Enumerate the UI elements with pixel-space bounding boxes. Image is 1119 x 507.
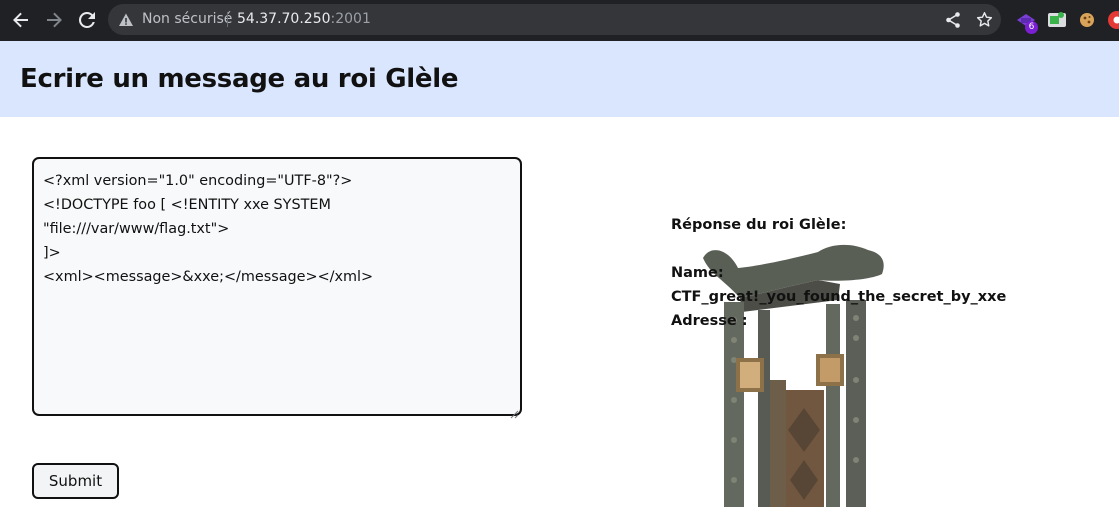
extension-badge: 6 bbox=[1025, 21, 1038, 34]
submit-button[interactable]: Submit bbox=[32, 463, 119, 499]
resize-grip-icon[interactable] bbox=[510, 404, 519, 419]
page-header: Ecrire un message au roi Glèle bbox=[0, 41, 1119, 117]
page-title: Ecrire un message au roi Glèle bbox=[20, 64, 459, 94]
forward-arrow-icon[interactable] bbox=[42, 8, 66, 32]
xml-message-input[interactable] bbox=[32, 157, 522, 416]
response-panel: Réponse du roi Glèle: Name: CTF_great!_y… bbox=[671, 213, 1091, 333]
browser-toolbar: Non sécurisé 54.37.70.250:2001 6 bbox=[0, 0, 1119, 41]
extension-red-icon[interactable] bbox=[1106, 9, 1119, 31]
warning-icon bbox=[118, 12, 134, 28]
reload-icon[interactable] bbox=[75, 8, 99, 32]
extension-green-icon[interactable] bbox=[1046, 9, 1068, 31]
share-icon[interactable] bbox=[944, 11, 962, 29]
security-status[interactable]: Non sécurisé bbox=[142, 10, 232, 28]
address-bar[interactable]: Non sécurisé 54.37.70.250:2001 bbox=[108, 4, 1001, 35]
response-spacer bbox=[671, 237, 1091, 261]
extension-cookie-icon[interactable] bbox=[1076, 9, 1098, 31]
name-label: Name: bbox=[671, 265, 724, 281]
url-text[interactable]: 54.37.70.250:2001 bbox=[237, 10, 371, 28]
name-value: CTF_great!_you_found_the_secret_by_xxe bbox=[671, 289, 1007, 305]
url-port: :2001 bbox=[330, 11, 371, 27]
response-heading: Réponse du roi Glèle: bbox=[671, 217, 847, 233]
url-host: 54.37.70.250 bbox=[237, 11, 331, 27]
omnibox-divider bbox=[227, 12, 228, 27]
star-icon[interactable] bbox=[975, 10, 994, 29]
address-label: Adresse : bbox=[671, 313, 748, 329]
back-arrow-icon[interactable] bbox=[9, 8, 33, 32]
